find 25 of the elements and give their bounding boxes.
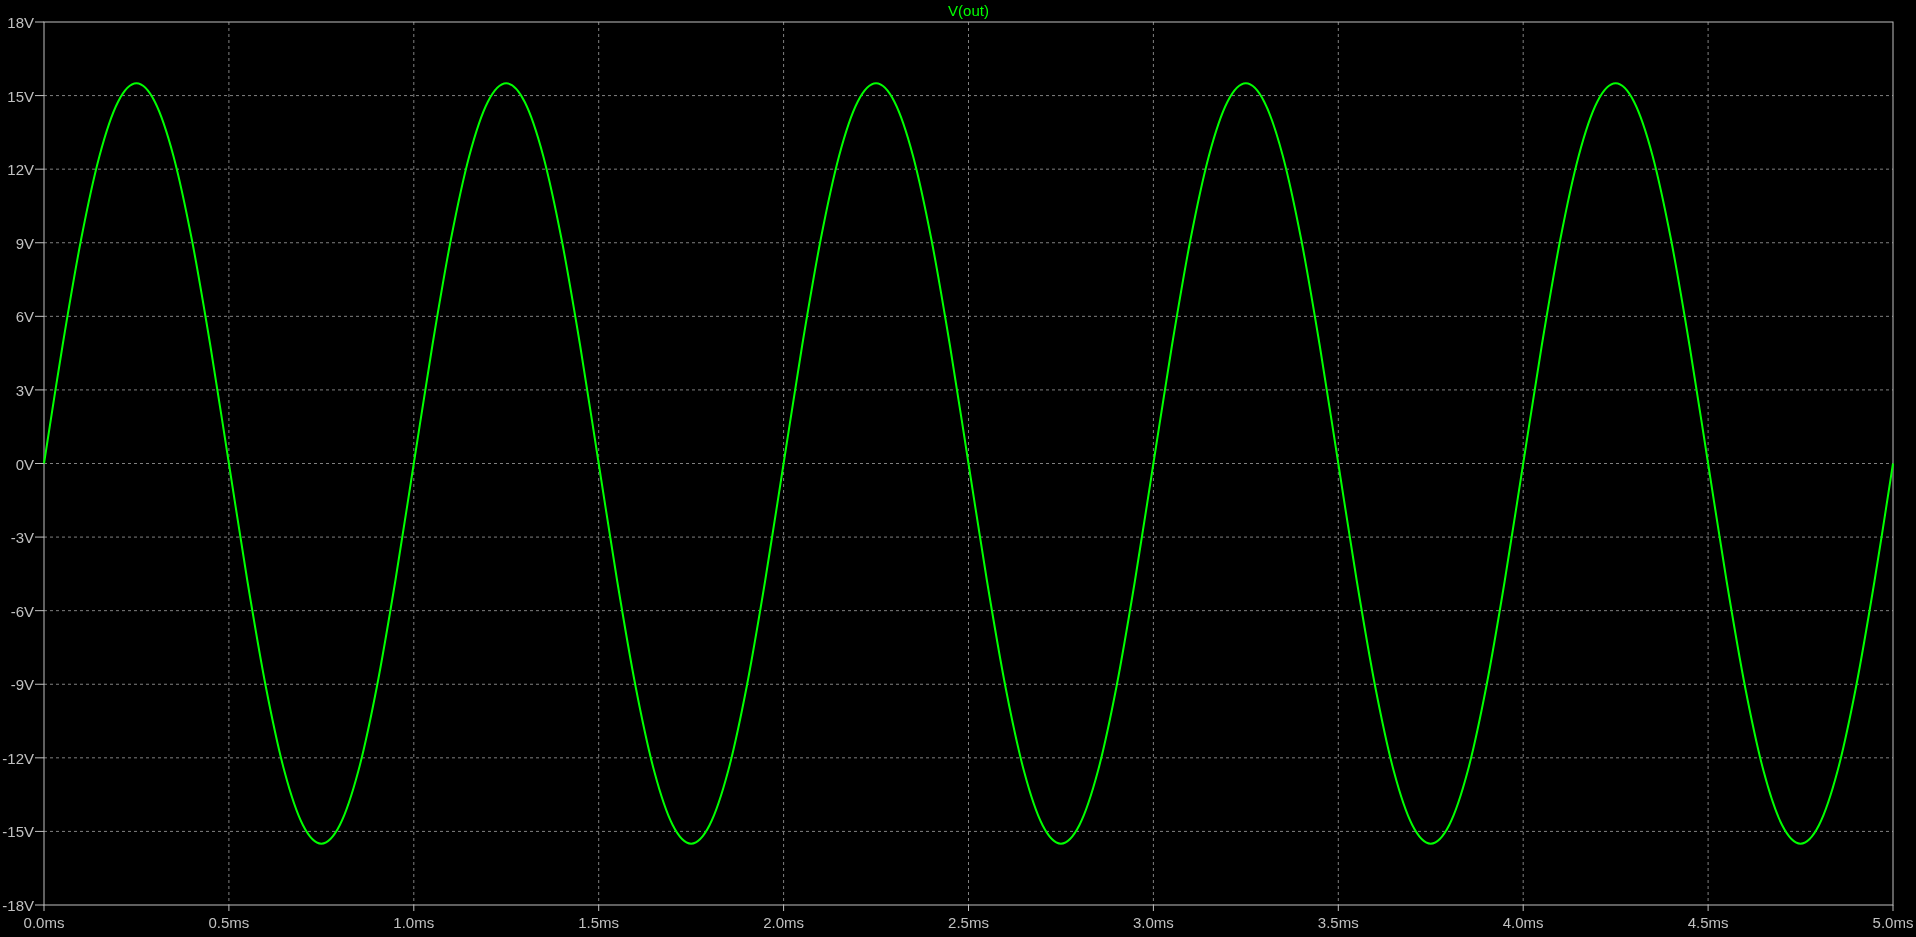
x-tick-label: 5.0ms (1872, 914, 1914, 931)
y-tick-label: 9V (15, 234, 34, 252)
y-tick-label: -9V (10, 676, 34, 694)
x-tick-label: 0.0ms (23, 914, 65, 931)
y-tick-label: 15V (7, 87, 34, 105)
y-tick-label: -18V (2, 897, 34, 914)
x-tick-label: 2.0ms (763, 914, 805, 931)
x-tick-label: 4.5ms (1687, 914, 1729, 931)
x-tick-label: 3.5ms (1317, 914, 1359, 931)
x-tick-label: 1.0ms (393, 914, 435, 931)
y-tick-label: 0V (15, 455, 34, 473)
x-tick-label: 0.5ms (208, 914, 250, 931)
y-tick-label: -3V (10, 529, 34, 547)
y-tick-label: 3V (15, 381, 34, 399)
y-tick-label: -6V (10, 602, 34, 620)
x-tick-label: 1.5ms (578, 914, 620, 931)
trace-label[interactable]: V(out) (948, 2, 989, 19)
y-tick-label: -12V (2, 749, 34, 767)
y-tick-label: 18V (7, 14, 34, 31)
y-tick-label: -15V (2, 823, 34, 841)
x-tick-label: 3.0ms (1132, 914, 1174, 931)
x-tick-label: 2.5ms (948, 914, 989, 931)
y-tick-label: 6V (15, 308, 34, 326)
y-tick-label: 12V (7, 161, 34, 179)
x-tick-label: 4.0ms (1502, 914, 1544, 931)
